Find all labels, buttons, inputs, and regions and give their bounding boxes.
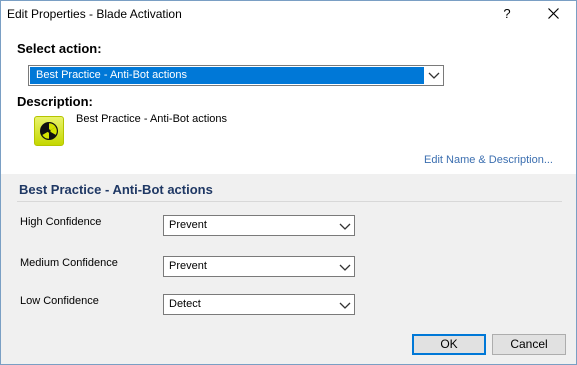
edit-name-description-link[interactable]: Edit Name & Description...	[424, 154, 553, 166]
medium-confidence-select[interactable]: Prevent	[163, 256, 355, 277]
section-title: Best Practice - Anti-Bot actions	[19, 182, 213, 197]
title-bar: Edit Properties - Blade Activation ?	[1, 1, 576, 29]
section-divider	[17, 201, 562, 202]
low-confidence-label: Low Confidence	[20, 295, 99, 307]
high-confidence-label: High Confidence	[20, 216, 102, 228]
chevron-down-icon	[339, 302, 351, 309]
close-icon	[547, 8, 559, 19]
chevron-down-icon	[339, 264, 351, 271]
window-title: Edit Properties - Blade Activation	[7, 7, 182, 21]
low-confidence-value: Detect	[169, 298, 201, 310]
chevron-down-icon	[428, 72, 440, 79]
action-select-value: Best Practice - Anti-Bot actions	[30, 67, 424, 84]
select-action-label: Select action:	[17, 41, 102, 56]
help-button[interactable]: ?	[495, 4, 519, 24]
close-button[interactable]	[541, 4, 565, 24]
high-confidence-select[interactable]: Prevent	[163, 215, 355, 236]
action-panel: Select action: Best Practice - Anti-Bot …	[1, 29, 576, 174]
action-select[interactable]: Best Practice - Anti-Bot actions	[28, 65, 444, 86]
medium-confidence-value: Prevent	[169, 260, 207, 272]
description-label: Description:	[17, 94, 93, 109]
radiation-icon	[34, 116, 64, 146]
dialog-window: Edit Properties - Blade Activation ? Sel…	[0, 0, 577, 365]
high-confidence-value: Prevent	[169, 219, 207, 231]
dialog-content: Select action: Best Practice - Anti-Bot …	[1, 29, 576, 364]
chevron-down-icon	[339, 223, 351, 230]
medium-confidence-label: Medium Confidence	[20, 257, 118, 269]
description-text: Best Practice - Anti-Bot actions	[76, 113, 228, 125]
ok-button[interactable]: OK	[412, 334, 486, 355]
cancel-button[interactable]: Cancel	[492, 334, 566, 355]
low-confidence-select[interactable]: Detect	[163, 294, 355, 315]
